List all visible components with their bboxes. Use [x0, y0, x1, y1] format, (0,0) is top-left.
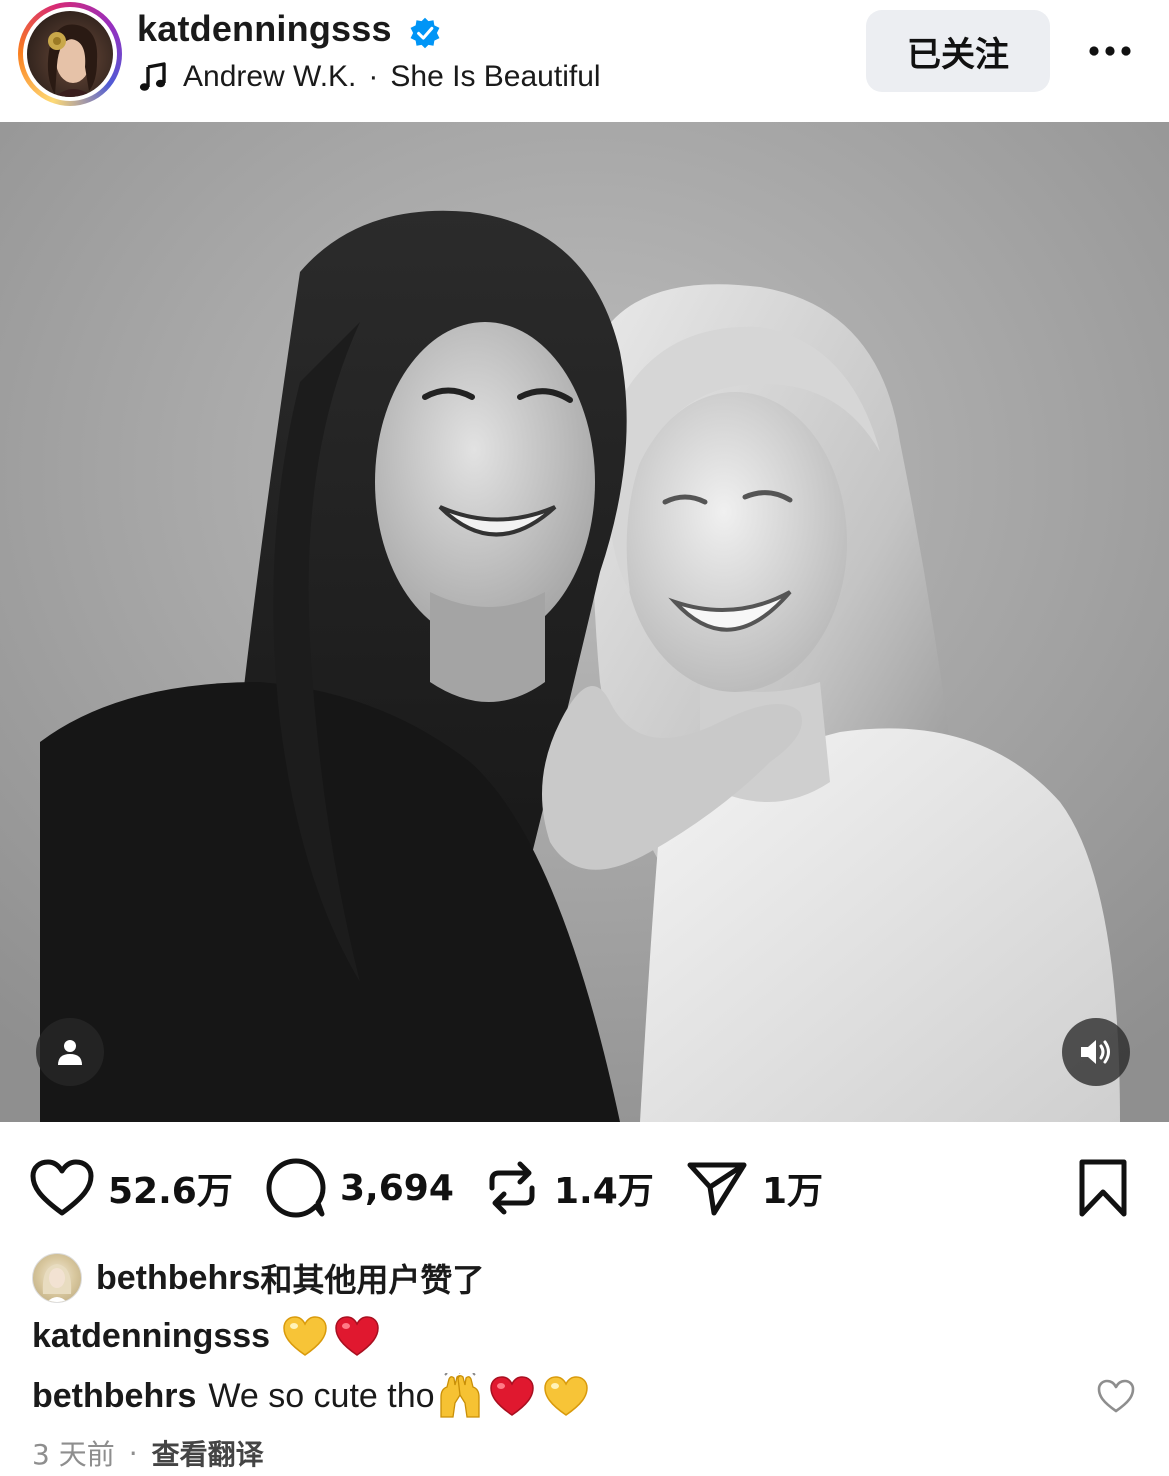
- more-dots-icon: [1089, 46, 1131, 56]
- comment-text: We so cute tho: [208, 1376, 435, 1415]
- bookmark-icon: [1079, 1159, 1127, 1217]
- music-note-icon: [139, 62, 166, 91]
- save-button[interactable]: [1076, 1150, 1130, 1226]
- speaker-icon: [1081, 1040, 1110, 1064]
- raising-hands-icon: [439, 1373, 480, 1418]
- liker-username[interactable]: bethbehrs: [96, 1259, 260, 1298]
- liker-avatar[interactable]: [32, 1253, 82, 1303]
- red-heart-icon: [489, 1376, 534, 1416]
- meta-separator: ·: [128, 1436, 138, 1470]
- caption-username[interactable]: katdenningsss: [32, 1317, 270, 1356]
- yellow-heart-icon: [543, 1376, 588, 1416]
- comment-bubble-icon: [266, 1158, 326, 1218]
- caption: katdenningsss: [32, 1308, 380, 1364]
- comment-button[interactable]: 3,694: [266, 1150, 454, 1226]
- avatar-image: [27, 11, 113, 97]
- liked-by[interactable]: bethbehrs 和其他用户赞了: [32, 1252, 484, 1304]
- repost-count: 1.4万: [554, 1171, 654, 1212]
- heart-icon: [30, 1159, 94, 1216]
- profile-avatar[interactable]: [18, 2, 122, 106]
- comment-count: 3,694: [340, 1167, 454, 1209]
- repost-icon: [489, 1161, 535, 1215]
- post-photo[interactable]: [0, 122, 1169, 1122]
- share-count: 1万: [762, 1171, 824, 1212]
- verified-badge-icon: [410, 17, 440, 49]
- repost-button[interactable]: 1.4万: [484, 1150, 654, 1226]
- red-heart-icon: [335, 1316, 379, 1356]
- username[interactable]: katdenningsss: [137, 8, 392, 50]
- comment-username[interactable]: bethbehrs: [32, 1377, 196, 1416]
- comment-like-heart-icon[interactable]: [1096, 1378, 1136, 1414]
- music-info[interactable]: Andrew W.K. · She Is Beautiful: [137, 57, 601, 97]
- liked-by-suffix: 和其他用户赞了: [260, 1261, 485, 1299]
- post-actions: 52.6万 3,694 1.4万 1万: [0, 1150, 1169, 1226]
- yellow-heart-icon: [283, 1316, 327, 1356]
- music-separator: ·: [368, 60, 379, 93]
- more-options-button[interactable]: [1082, 28, 1138, 74]
- music-artist: Andrew W.K.: [183, 60, 357, 93]
- post-time: 3 天前: [32, 1438, 115, 1471]
- post-meta: 3 天前 · 查看翻译: [32, 1430, 264, 1476]
- sound-toggle-button[interactable]: [1062, 1018, 1130, 1086]
- post-header: katdenningsss Andrew W.K. · She Is Beaut…: [0, 0, 1169, 122]
- send-paper-plane-icon: [687, 1162, 747, 1216]
- photo-scene: [0, 122, 1169, 1122]
- tagged-people-button[interactable]: [36, 1018, 104, 1086]
- comment-item: bethbehrs We so cute tho: [32, 1368, 589, 1424]
- like-button[interactable]: 52.6万: [30, 1150, 233, 1226]
- like-count: 52.6万: [108, 1171, 233, 1212]
- see-translation-link[interactable]: 查看翻译: [152, 1433, 264, 1473]
- share-button[interactable]: 1万: [686, 1150, 823, 1226]
- following-button[interactable]: 已关注: [866, 10, 1050, 92]
- music-title: She Is Beautiful: [390, 60, 601, 93]
- person-icon: [58, 1040, 82, 1065]
